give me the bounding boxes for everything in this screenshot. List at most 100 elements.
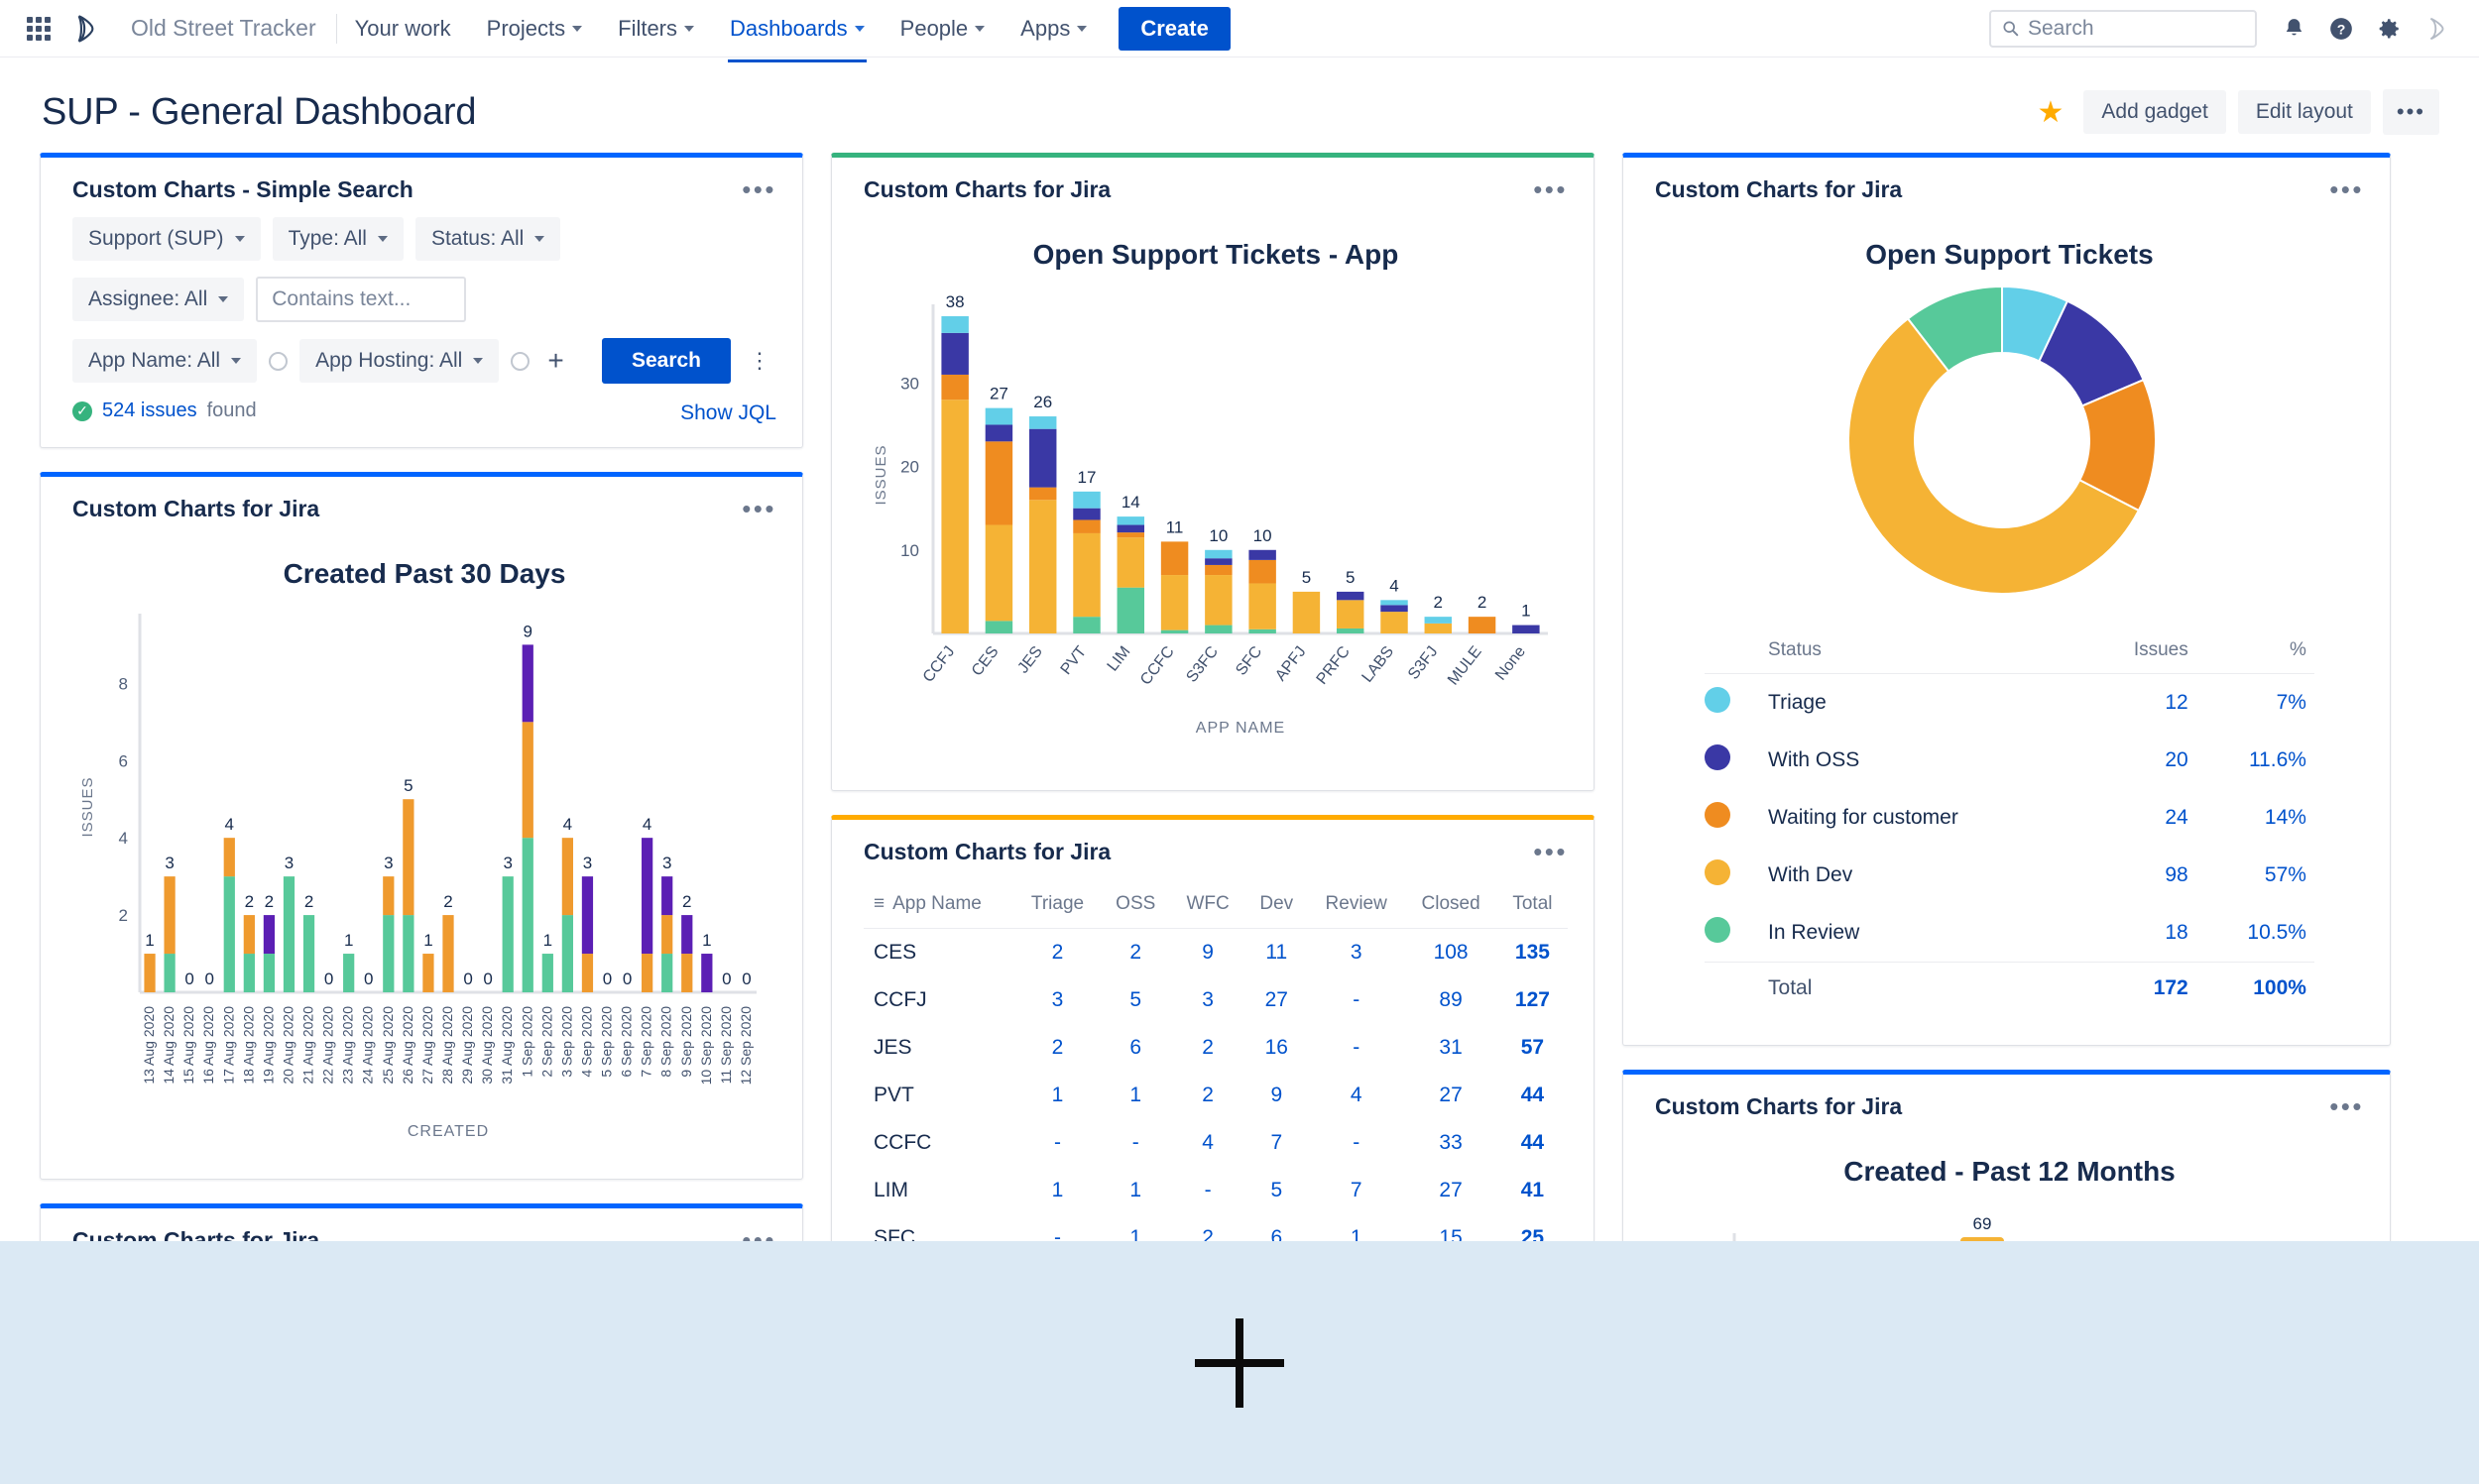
gadget-created-past-30-days: Custom Charts for Jira ••• Created Past … [40,472,803,1180]
settings-gear-icon[interactable] [2368,8,2410,50]
gadget-open-support-tickets-app: Custom Charts for Jira ••• Open Support … [831,153,1594,791]
add-gadget-button[interactable]: Add gadget [2083,90,2225,134]
project-filter-dropdown[interactable]: Support (SUP) [72,217,261,261]
status-filter-dropdown[interactable]: Status: All [415,217,560,261]
search-options-icon[interactable]: ⋮ [743,351,776,371]
gadget-app-status-table: Custom Charts for Jira ••• ≡App NameTria… [831,815,1594,1285]
add-filter-button[interactable]: + [541,347,569,375]
table-cell-closed: 27 [1404,1072,1497,1119]
create-button[interactable]: Create [1119,7,1230,51]
favorite-star-icon[interactable]: ★ [2029,95,2071,130]
gadget-title: Custom Charts for Jira [72,496,319,522]
nav-item-your-work[interactable]: Your work [339,8,467,50]
legend-swatch-cell [1705,904,1760,963]
table-cell-oss: - [1101,1119,1171,1167]
donut-chart [1655,277,2349,604]
svg-text:1: 1 [423,931,432,950]
gadget-menu-icon[interactable]: ••• [1533,845,1568,860]
table-column-header[interactable]: Closed [1404,887,1497,929]
notifications-icon[interactable] [2273,8,2314,50]
legend-row[interactable]: With Dev9857% [1705,847,2314,904]
app-switcher-icon[interactable] [22,12,56,46]
table-cell-review: 7 [1308,1167,1404,1214]
gadget-menu-icon[interactable]: ••• [742,502,776,517]
legend-status-label: Waiting for customer [1760,789,2085,847]
legend-row[interactable]: Triage127% [1705,674,2314,733]
clear-app-hosting-filter-icon[interactable] [511,352,530,371]
table-cell-dev: 16 [1245,1024,1309,1072]
gadget-menu-icon[interactable]: ••• [2329,1099,2364,1115]
table-column-header[interactable]: OSS [1101,887,1171,929]
assignee-filter-dropdown[interactable]: Assignee: All [72,278,244,321]
svg-text:27: 27 [990,385,1008,403]
table-column-header[interactable]: Total [1497,887,1568,929]
table-cell-dev: 7 [1245,1119,1309,1167]
global-search-box[interactable] [1989,10,2257,48]
table-row[interactable]: CCFC--47-3344 [864,1119,1568,1167]
filter-row-2: Assignee: All [72,277,776,322]
legend-row[interactable]: With OSS2011.6% [1705,732,2314,789]
legend-column-header: Issues [2085,633,2196,674]
app-name-filter-dropdown[interactable]: App Name: All [72,339,257,383]
nav-item-dashboards[interactable]: Dashboards [714,8,881,50]
svg-text:31 Aug 2020: 31 Aug 2020 [499,1006,515,1084]
gadget-header: Custom Charts for Jira ••• [41,477,802,536]
svg-text:5: 5 [404,776,413,795]
type-filter-dropdown[interactable]: Type: All [273,217,404,261]
open-support-tickets-app-chart: ISSUES10203038CCFJ27CES26JES17PVT14LIM11… [864,277,1558,762]
table-cell-closed: 27 [1404,1167,1497,1214]
issues-found-status: ✓ 524 issues found [72,400,257,422]
legend-column-header: Status [1760,633,2085,674]
nav-item-filters[interactable]: Filters [602,8,710,50]
avatar-icon[interactable] [2416,8,2457,50]
search-button[interactable]: Search [602,338,731,384]
nav-item-projects[interactable]: Projects [471,8,598,50]
table-row[interactable]: JES26216-3157 [864,1024,1568,1072]
dashboard-more-button[interactable]: ••• [2383,89,2439,135]
table-column-header[interactable]: WFC [1171,887,1245,929]
svg-text:0: 0 [364,970,373,988]
svg-text:69: 69 [1973,1214,1992,1233]
table-row[interactable]: LIM11-572741 [864,1167,1568,1214]
contains-text-input[interactable] [256,277,466,322]
edit-layout-button[interactable]: Edit layout [2238,90,2371,134]
screen-capture-overlay [0,1241,2479,1484]
svg-text:8: 8 [119,674,128,693]
app-hosting-filter-dropdown[interactable]: App Hosting: All [299,339,499,383]
table-row[interactable]: PVT112942744 [864,1072,1568,1119]
legend-status-label: With Dev [1760,847,2085,904]
legend-row[interactable]: In Review1810.5% [1705,904,2314,963]
table-row[interactable]: CCFJ35327-89127 [864,976,1568,1024]
show-jql-link[interactable]: Show JQL [680,401,776,424]
legend-swatch-cell [1705,847,1760,904]
jira-logo-icon[interactable] [65,12,107,46]
table-row[interactable]: CES229113108135 [864,929,1568,977]
table-column-header[interactable]: Dev [1245,887,1309,929]
table-column-header[interactable]: ≡App Name [864,887,1014,929]
nav-item-people[interactable]: People [885,8,1002,50]
svg-text:12 Sep 2020: 12 Sep 2020 [738,1006,754,1085]
svg-text:2: 2 [443,892,452,911]
chart-title: Created - Past 12 Months [1655,1156,2364,1188]
color-swatch-icon [1705,687,1730,713]
gadget-header: Custom Charts for Jira ••• [832,820,1594,879]
search-input[interactable] [2028,17,2244,41]
table-column-header[interactable]: Review [1308,887,1404,929]
legend-row[interactable]: Waiting for customer2414% [1705,789,2314,847]
gadget-menu-icon[interactable]: ••• [2329,182,2364,198]
nav-item-apps[interactable]: Apps [1004,8,1103,50]
search-icon [2002,19,2019,38]
gadget-body: Created Past 30 Days ISSUES2468113 Aug 2… [41,558,802,1179]
table-column-header[interactable]: Triage [1014,887,1100,929]
clear-app-name-filter-icon[interactable] [269,352,288,371]
chevron-down-icon [378,236,388,242]
legend-swatch-header [1705,633,1760,674]
svg-text:18 Aug 2020: 18 Aug 2020 [240,1006,256,1084]
help-icon[interactable]: ? [2320,8,2362,50]
gadget-menu-icon[interactable]: ••• [1533,182,1568,198]
svg-text:23 Aug 2020: 23 Aug 2020 [340,1006,356,1084]
gadget-menu-icon[interactable]: ••• [742,182,776,198]
table-cell-wfc: 3 [1171,976,1245,1024]
svg-text:PRFC: PRFC [1314,643,1354,688]
svg-text:8 Sep 2020: 8 Sep 2020 [658,1006,674,1078]
